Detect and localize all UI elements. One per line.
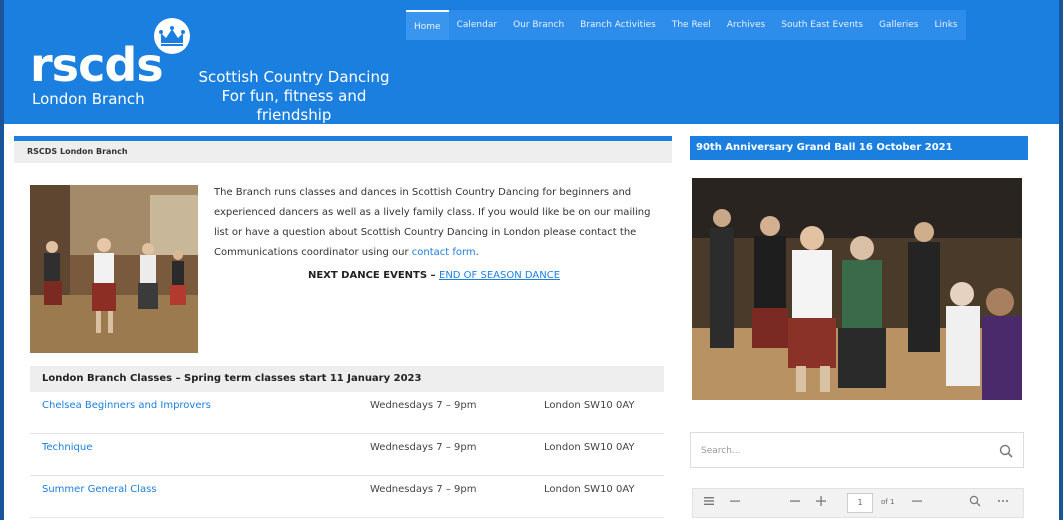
tagline-line-2: For fun, fitness and friendship [221, 87, 367, 124]
nav-links[interactable]: Links [927, 10, 966, 40]
find-icon[interactable] [969, 495, 981, 510]
sidebar: 90th Anniversary Grand Ball 16 October 2… [690, 136, 1028, 518]
class-location: London SW10 0AY [544, 484, 635, 495]
class-name-link[interactable]: Chelsea Beginners and Improvers [42, 400, 211, 411]
class-time: Wednesdays 7 – 9pm [370, 484, 477, 495]
end-of-season-dance-link[interactable]: END OF SEASON DANCE [439, 270, 560, 281]
intro-paragraph: The Branch runs classes and dances in Sc… [214, 183, 654, 263]
classes-heading: London Branch Classes – Spring term clas… [30, 366, 664, 392]
sidebar-toggle-icon[interactable] [703, 495, 715, 510]
classes-table: London Branch Classes – Spring term clas… [30, 366, 664, 518]
browser-viewport: rscds London Branch Scottish Country Dan… [4, 0, 1059, 520]
page-number-input[interactable]: 1 [847, 493, 873, 513]
logo-wordmark: rscds [30, 38, 164, 92]
nav-calendar[interactable]: Calendar [449, 10, 505, 40]
site-header: rscds London Branch Scottish Country Dan… [4, 0, 1059, 124]
overflow-menu-icon[interactable] [997, 495, 1009, 510]
nav-archives[interactable]: Archives [719, 10, 773, 40]
pdf-viewer-toolbar: 1 of 1 [692, 488, 1024, 518]
more-options-icon[interactable] [729, 495, 741, 510]
zoom-out-icon[interactable] [789, 495, 801, 510]
page-count: of 1 [881, 498, 895, 506]
divider-icon [911, 495, 923, 510]
main-navigation: Home Calendar Our Branch Branch Activiti… [406, 10, 966, 40]
table-row: Summer General Class Wednesdays 7 – 9pm … [30, 476, 664, 518]
grand-ball-photo [692, 178, 1022, 400]
sidebar-heading: 90th Anniversary Grand Ball 16 October 2… [690, 136, 1028, 160]
next-events-label: NEXT DANCE EVENTS – [307, 270, 439, 281]
nav-galleries[interactable]: Galleries [871, 10, 926, 40]
nav-branch-activities[interactable]: Branch Activities [572, 10, 664, 40]
class-location: London SW10 0AY [544, 400, 635, 411]
zoom-in-icon[interactable] [815, 495, 827, 510]
main-content: RSCDS London Branch The Branch runs clas… [14, 136, 672, 353]
table-row: Technique Wednesdays 7 – 9pm London SW10… [30, 434, 664, 476]
class-time: Wednesdays 7 – 9pm [370, 400, 477, 411]
site-tagline: Scottish Country Dancing For fun, fitnes… [188, 68, 400, 125]
nav-south-east-events[interactable]: South East Events [773, 10, 871, 40]
site-logo[interactable]: rscds London Branch [30, 18, 200, 108]
dancers-photo [30, 185, 198, 353]
search-box [690, 432, 1024, 468]
class-location: London SW10 0AY [544, 442, 635, 453]
logo-subtitle: London Branch [32, 90, 145, 108]
class-name-link[interactable]: Summer General Class [42, 484, 157, 495]
page-title: RSCDS London Branch [14, 141, 672, 163]
intro-section: The Branch runs classes and dances in Sc… [14, 163, 672, 353]
search-icon[interactable] [999, 443, 1013, 462]
class-name-link[interactable]: Technique [42, 442, 92, 453]
next-dance-events: NEXT DANCE EVENTS – END OF SEASON DANCE [214, 270, 654, 281]
nav-the-reel[interactable]: The Reel [664, 10, 719, 40]
search-input[interactable] [701, 442, 981, 460]
table-row: Chelsea Beginners and Improvers Wednesda… [30, 392, 664, 434]
nav-home[interactable]: Home [406, 10, 449, 40]
tagline-line-1: Scottish Country Dancing [198, 68, 390, 86]
contact-form-link[interactable]: contact form [412, 247, 476, 258]
nav-our-branch[interactable]: Our Branch [505, 10, 572, 40]
class-time: Wednesdays 7 – 9pm [370, 442, 477, 453]
intro-period: . [475, 247, 479, 258]
